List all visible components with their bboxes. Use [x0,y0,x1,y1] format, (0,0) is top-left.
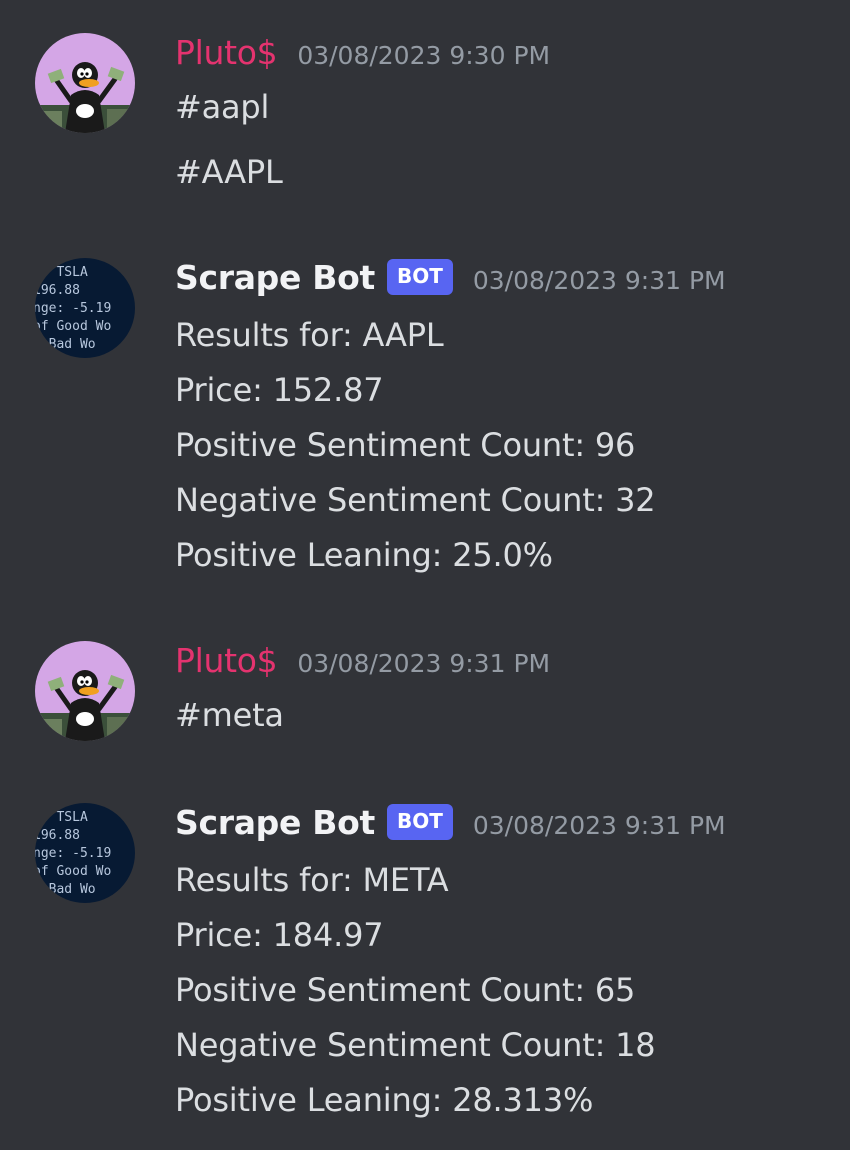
message-timestamp[interactable]: 03/08/2023 9:31 PM [297,649,550,678]
bot-avatar-text: or TSLA [35,265,88,280]
message-text: Results for: META [175,861,449,899]
message-text: Price: 184.97 [175,916,384,954]
bot-avatar-text: of Good Wo [35,319,111,334]
bot-avatar-text: f Bad Wo [35,337,96,352]
message-text: Negative Sentiment Count: 18 [175,1026,656,1064]
message-text: Positive Leaning: 25.0% [175,536,553,574]
duck-avatar-icon [35,641,135,741]
message-header: Scrape Bot BOT 03/08/2023 9:31 PM [175,803,726,846]
message-timestamp[interactable]: 03/08/2023 9:31 PM [473,266,726,295]
duck-avatar-icon [35,33,135,133]
message-timestamp[interactable]: 03/08/2023 9:31 PM [473,811,726,840]
bot-avatar[interactable]: or TSLA 196.88 nge: -5.19 of Good Wo f B… [35,258,135,358]
author-name[interactable]: Scrape Bot [175,803,375,842]
message-text: #meta [175,696,284,734]
bot-avatar-text: nge: -5.19 [35,846,111,861]
bot-avatar-text: 196.88 [35,283,80,298]
message-text: #AAPL [175,153,283,191]
bot-avatar-text: or TSLA [35,810,88,825]
message-text: Price: 152.87 [175,371,384,409]
bot-avatar-text: f Bad Wo [35,882,96,897]
bot-avatar-text: nge: -5.19 [35,301,111,316]
message-text: Positive Sentiment Count: 96 [175,426,636,464]
bot-avatar[interactable]: or TSLA 196.88 nge: -5.19 of Good Wo f B… [35,803,135,903]
message-text: Positive Sentiment Count: 65 [175,971,636,1009]
message-text: Positive Leaning: 28.313% [175,1081,594,1119]
user-avatar[interactable] [35,641,135,741]
message-timestamp[interactable]: 03/08/2023 9:30 PM [297,41,550,70]
bot-badge: BOT [386,259,453,295]
author-name[interactable]: Pluto$ [175,641,278,680]
message-text: #aapl [175,88,270,126]
terminal-text-icon: or TSLA 196.88 nge: -5.19 of Good Wo f B… [35,258,135,358]
message-text: Results for: AAPL [175,316,444,354]
bot-avatar-text: of Good Wo [35,864,111,879]
message-header: Scrape Bot BOT 03/08/2023 9:31 PM [175,258,726,301]
message-text: Negative Sentiment Count: 32 [175,481,656,519]
author-name[interactable]: Pluto$ [175,33,278,72]
terminal-text-icon: or TSLA 196.88 nge: -5.19 of Good Wo f B… [35,803,135,903]
message-header: Pluto$ 03/08/2023 9:31 PM [175,641,550,680]
bot-avatar-text: 196.88 [35,828,80,843]
message-header: Pluto$ 03/08/2023 9:30 PM [175,33,550,72]
chat-message-list: Pluto$ 03/08/2023 9:30 PM #aapl #AAPL or… [0,0,850,1150]
author-name[interactable]: Scrape Bot [175,258,375,297]
user-avatar[interactable] [35,33,135,133]
bot-badge: BOT [386,804,453,840]
